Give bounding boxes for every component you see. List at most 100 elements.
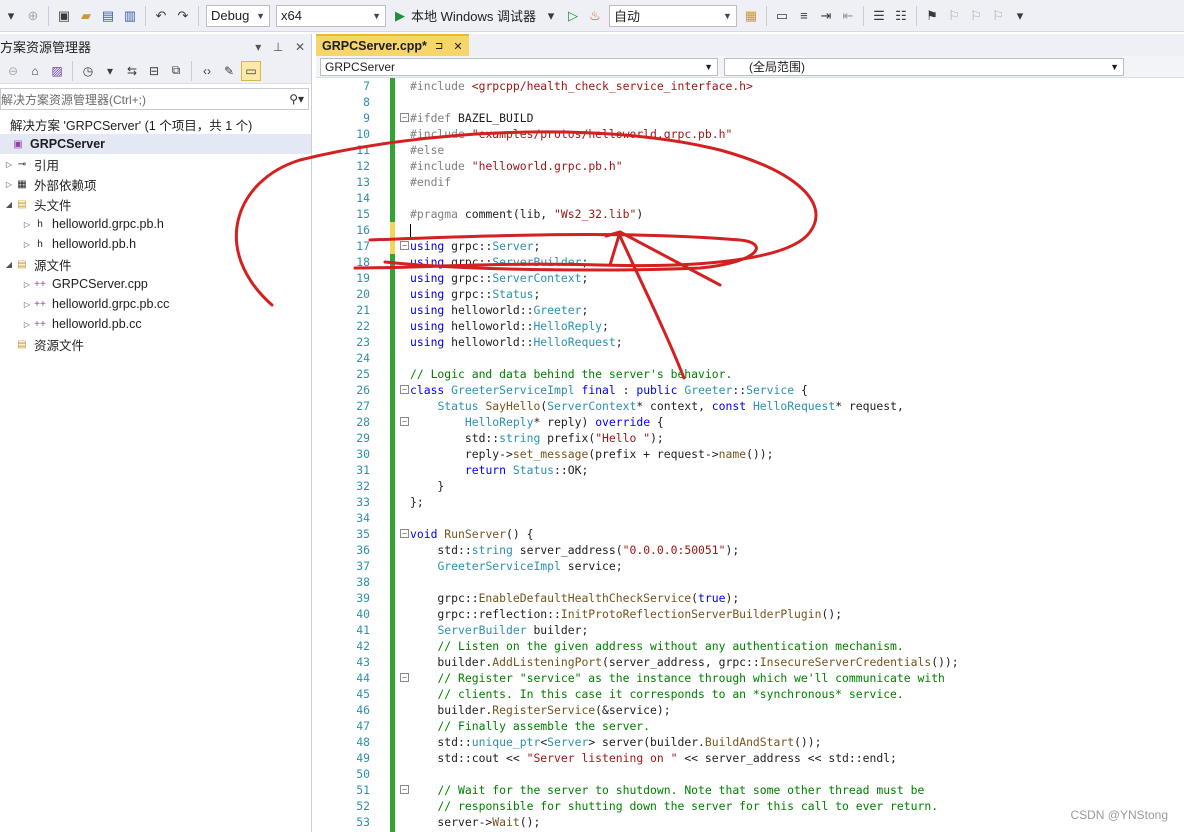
tree-item[interactable]: ▷ ++ GRPCServer.cpp: [0, 274, 311, 294]
code-line[interactable]: [410, 574, 959, 590]
home-icon[interactable]: ⌂: [25, 61, 45, 81]
preview-selected-icon[interactable]: ▭: [241, 60, 261, 81]
solution-search-input[interactable]: 解决方案资源管理器(Ctrl+;) ⚲▾: [0, 88, 309, 110]
code-line[interactable]: #else: [410, 142, 959, 158]
view-code-icon[interactable]: ‹›: [197, 61, 217, 81]
back-icon[interactable]: ⊖: [3, 61, 23, 81]
tree-item[interactable]: ▷ ++ helloworld.grpc.pb.cc: [0, 294, 311, 314]
code-line[interactable]: // Register "service" as the instance th…: [410, 670, 959, 686]
save-icon[interactable]: ▤: [98, 6, 118, 26]
code-line[interactable]: [410, 222, 959, 238]
collapse-all-icon[interactable]: ⊟: [144, 61, 164, 81]
code-line[interactable]: void RunServer() {: [410, 526, 959, 542]
code-line[interactable]: #ifdef BAZEL_BUILD: [410, 110, 959, 126]
platform-dropdown[interactable]: x64 ▼: [276, 4, 386, 27]
hot-reload-icon[interactable]: ♨: [585, 6, 605, 26]
prev-bookmark-icon[interactable]: ⚐: [944, 6, 964, 26]
indent-icon[interactable]: ⇥: [816, 6, 836, 26]
tab-grpcserver-cpp[interactable]: GRPCServer.cpp* ⊐ ✕: [316, 34, 469, 56]
code-line[interactable]: #include <grpcpp/health_check_service_in…: [410, 78, 959, 94]
code-line[interactable]: builder.RegisterService(&service);: [410, 702, 959, 718]
global-scope-dropdown[interactable]: (全局范围) ▼: [724, 57, 1124, 76]
undo-icon[interactable]: ↶: [151, 6, 171, 26]
browse-icon[interactable]: ▦: [741, 6, 761, 26]
code-line[interactable]: // Listen on the given address without a…: [410, 638, 959, 654]
open-folder-icon[interactable]: ▰: [76, 6, 96, 26]
window-menu-icon[interactable]: ▾: [255, 40, 261, 54]
code-line[interactable]: grpc::reflection::InitProtoReflectionSer…: [410, 606, 959, 622]
play-icon[interactable]: ▶: [390, 6, 410, 26]
layout-icon[interactable]: ▭: [772, 6, 792, 26]
code-line[interactable]: // responsible for shutting down the ser…: [410, 798, 959, 814]
fold-icon[interactable]: −: [400, 673, 409, 682]
code-line[interactable]: std::cout << "Server listening on " << s…: [410, 750, 959, 766]
code-line[interactable]: }: [410, 478, 959, 494]
tree-item[interactable]: ▷ ++ helloworld.pb.cc: [0, 314, 311, 334]
code-line[interactable]: std::string prefix("Hello ");: [410, 430, 959, 446]
code-line[interactable]: // Finally assemble the server.: [410, 718, 959, 734]
tree-item[interactable]: ▷ h helloworld.grpc.pb.h: [0, 214, 311, 234]
properties-icon[interactable]: ✎: [219, 61, 239, 81]
switch-views-icon[interactable]: ▨: [47, 61, 67, 81]
expand-arrow-icon[interactable]: ▷: [22, 300, 32, 309]
code-line[interactable]: [410, 350, 959, 366]
fold-icon[interactable]: −: [400, 417, 409, 426]
bookmark-icon[interactable]: ⚑: [922, 6, 942, 26]
code-line[interactable]: Status SayHello(ServerContext* context, …: [410, 398, 959, 414]
save-all-icon[interactable]: ▥: [120, 6, 140, 26]
expand-arrow-icon[interactable]: ▷: [22, 320, 32, 329]
start-without-debug-icon[interactable]: ▷: [563, 6, 583, 26]
redo-icon[interactable]: ↷: [173, 6, 193, 26]
fold-icon[interactable]: −: [400, 113, 409, 122]
code-line[interactable]: return Status::OK;: [410, 462, 959, 478]
close-icon[interactable]: ✕: [453, 40, 462, 53]
clear-bookmark-icon[interactable]: ⚐: [988, 6, 1008, 26]
align-icon[interactable]: ≡: [794, 6, 814, 26]
code-line[interactable]: std::unique_ptr<Server> server(builder.B…: [410, 734, 959, 750]
expand-arrow-icon[interactable]: ▷: [22, 240, 32, 249]
sync-icon[interactable]: ⇆: [122, 61, 142, 81]
pending-changes-icon[interactable]: ◷: [78, 61, 98, 81]
tree-item[interactable]: ▣ GRPCServer: [0, 134, 311, 154]
code-line[interactable]: using helloworld::HelloReply;: [410, 318, 959, 334]
chevron-down-icon[interactable]: ▾: [100, 61, 120, 81]
code-line[interactable]: ServerBuilder builder;: [410, 622, 959, 638]
code-line[interactable]: #pragma comment(lib, "Ws2_32.lib"): [410, 206, 959, 222]
project-scope-dropdown[interactable]: GRPCServer ▼: [320, 57, 718, 76]
code-line[interactable]: HelloReply* reply) override {: [410, 414, 959, 430]
code-line[interactable]: #include "examples/protos/helloworld.grp…: [410, 126, 959, 142]
code-line[interactable]: grpc::EnableDefaultHealthCheckService(tr…: [410, 590, 959, 606]
tree-item[interactable]: ▤ 资源文件: [0, 334, 311, 354]
expand-arrow-icon[interactable]: ▷: [22, 220, 32, 229]
code-line[interactable]: using helloworld::Greeter;: [410, 302, 959, 318]
uncomment-icon[interactable]: ☷: [891, 6, 911, 26]
code-line[interactable]: // Logic and data behind the server's be…: [410, 366, 959, 382]
code-line[interactable]: builder.AddListeningPort(server_address,…: [410, 654, 958, 670]
code-line[interactable]: [410, 766, 959, 782]
code-line[interactable]: GreeterServiceImpl service;: [410, 558, 959, 574]
code-line[interactable]: [410, 94, 959, 110]
run-debugger-button[interactable]: 本地 Windows 调试器: [411, 6, 536, 25]
expand-arrow-icon[interactable]: ▷: [4, 180, 14, 189]
chevron-down-icon[interactable]: ▾: [541, 6, 561, 26]
code-line[interactable]: // clients. In this case it corresponds …: [410, 686, 959, 702]
config-dropdown[interactable]: Debug ▼: [206, 4, 270, 27]
pin-icon[interactable]: ⊥: [273, 40, 283, 54]
code-line[interactable]: reply->set_message(prefix + request->nam…: [410, 446, 959, 462]
code-line[interactable]: [410, 190, 959, 206]
expand-arrow-icon[interactable]: ▷: [4, 160, 14, 169]
code-line[interactable]: };: [410, 494, 959, 510]
code-line[interactable]: using helloworld::HelloRequest;: [410, 334, 959, 350]
code-line[interactable]: class GreeterServiceImpl final : public …: [410, 382, 959, 398]
tree-item[interactable]: ▷ h helloworld.pb.h: [0, 234, 311, 254]
code-line[interactable]: using grpc::Server;: [410, 238, 959, 254]
new-project-icon[interactable]: ▣: [54, 6, 74, 26]
overflow-icon[interactable]: ▾: [1010, 6, 1030, 26]
expand-arrow-icon[interactable]: ◢: [4, 200, 14, 209]
code-line[interactable]: using grpc::Status;: [410, 286, 959, 302]
forward-icon[interactable]: ⊕: [23, 6, 43, 26]
fold-icon[interactable]: −: [400, 241, 409, 250]
tree-item[interactable]: ◢ ▤ 头文件: [0, 194, 311, 214]
code-line[interactable]: // Wait for the server to shutdown. Note…: [410, 782, 959, 798]
expand-arrow-icon[interactable]: ◢: [4, 260, 14, 269]
